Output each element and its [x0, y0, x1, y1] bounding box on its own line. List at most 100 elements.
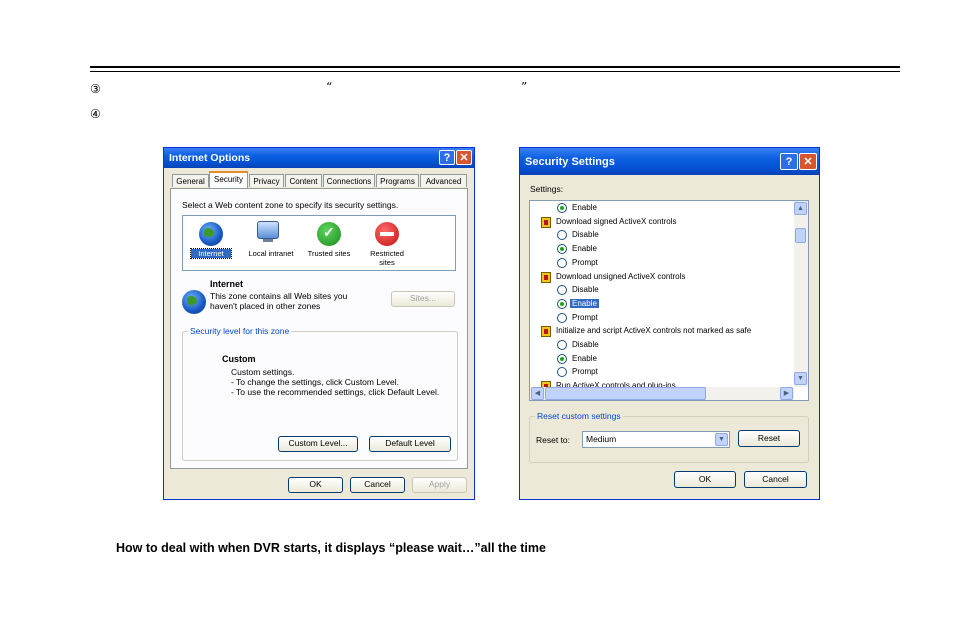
computer-icon[interactable] — [257, 221, 279, 239]
selected-zone-globe-icon — [182, 290, 206, 314]
reset-group-label: Reset custom settings — [535, 411, 623, 421]
setting-option-label[interactable]: Prompt — [572, 258, 598, 267]
zone-description-line-2: haven't placed in other zones — [210, 301, 321, 311]
computer-stand-icon — [263, 239, 273, 242]
setting-category-label: Download signed ActiveX controls — [556, 216, 677, 226]
step-4-number: ④ — [90, 107, 101, 121]
setting-radio-prompt[interactable] — [557, 312, 567, 323]
security-level-label: Security level for this zone — [188, 326, 292, 336]
tab-programs[interactable]: Programs — [376, 174, 419, 187]
tab-general[interactable]: General — [172, 174, 209, 187]
reset-group: Reset custom settings Reset to: Medium ▼… — [529, 411, 809, 463]
scroll-up-icon[interactable]: ▲ — [794, 202, 807, 215]
apply-button[interactable]: Apply — [412, 477, 467, 493]
security-settings-titlebar: Security Settings ? ✕ — [520, 148, 819, 175]
selected-zone-name: Internet — [210, 279, 244, 289]
check-glyph: ✓ — [323, 224, 335, 240]
reset-to-select[interactable]: Medium ▼ — [582, 431, 730, 448]
tab-advanced[interactable]: Advanced — [420, 174, 467, 187]
setting-option-label[interactable]: Disable — [572, 285, 599, 294]
horizontal-scrollbar[interactable]: ◀ ▶ — [530, 387, 794, 400]
setting-option-label[interactable]: Prompt — [572, 313, 598, 322]
setting-option-label[interactable]: Enable — [570, 298, 599, 308]
setting-category-label: Initialize and script ActiveX controls n… — [556, 326, 752, 336]
custom-level-button[interactable]: Custom Level... — [278, 436, 358, 452]
zone-local-intranet-label[interactable]: Local intranet — [243, 249, 299, 258]
setting-option-label[interactable]: Prompt — [572, 367, 598, 376]
vertical-scrollbar[interactable]: ▲ ▼ — [794, 201, 808, 387]
zone-internet-label[interactable]: Internet — [190, 248, 232, 259]
setting-radio-disable[interactable] — [557, 230, 567, 241]
horizontal-scroll-thumb[interactable] — [545, 387, 706, 400]
cancel-button[interactable]: Cancel — [350, 477, 405, 493]
activex-shield-icon — [541, 216, 551, 228]
setting-radio-disable[interactable] — [557, 340, 567, 350]
step-3-open-quote: “ — [326, 80, 333, 94]
settings-list[interactable]: Enable Download signed ActiveX controls Di… — [529, 200, 809, 401]
tab-connections[interactable]: Connections — [323, 174, 375, 187]
internet-options-titlebar: Internet Options ? ✕ — [164, 148, 474, 168]
ok-button[interactable]: OK — [288, 477, 343, 493]
security-settings-window: Security Settings ? ✕ Settings: Enable Do… — [519, 147, 820, 500]
level-desc-line-3: - To use the recommended settings, click… — [231, 387, 440, 397]
sites-button[interactable]: Sites... — [391, 291, 455, 307]
vertical-scroll-thumb[interactable] — [795, 228, 806, 243]
security-level-name: Custom — [222, 354, 256, 364]
help-icon[interactable]: ? — [439, 150, 455, 165]
top-rule-thin — [90, 71, 900, 72]
tab-content[interactable]: Content — [285, 174, 322, 187]
security-settings-title: Security Settings — [525, 156, 615, 168]
scroll-left-icon[interactable]: ◀ — [531, 387, 544, 400]
reset-button[interactable]: Reset — [738, 430, 800, 447]
security-tab-panel: Select a Web content zone to specify its… — [170, 188, 468, 469]
internet-options-title: Internet Options — [169, 152, 251, 164]
help-icon[interactable]: ? — [780, 153, 798, 170]
setting-option-label[interactable]: Enable — [572, 244, 597, 253]
setting-option-label[interactable]: Enable — [572, 203, 597, 212]
setting-option-label[interactable]: Disable — [572, 340, 599, 349]
setting-radio-enable[interactable] — [557, 203, 567, 213]
setting-category-label: Download unsigned ActiveX controls — [556, 271, 686, 281]
setting-radio-prompt[interactable] — [557, 367, 567, 378]
setting-radio-prompt[interactable] — [557, 257, 567, 268]
setting-radio-enable[interactable] — [557, 298, 567, 309]
step-3-close-quote: ” — [521, 80, 528, 94]
zone-trusted-sites-label[interactable]: Trusted sites — [303, 249, 355, 258]
cancel-button[interactable]: Cancel — [744, 471, 807, 488]
zone-description-line-1: This zone contains all Web sites you — [210, 291, 348, 301]
setting-option-label[interactable]: Enable — [572, 354, 597, 363]
zone-list[interactable]: Internet Local intranet ✓ Trusted sites … — [182, 215, 456, 271]
reset-to-value: Medium — [586, 434, 617, 444]
security-level-group: Security level for this zone Custom Cust… — [182, 326, 458, 461]
check-icon[interactable]: ✓ — [317, 222, 341, 246]
level-desc-line-1: Custom settings. — [231, 367, 295, 377]
internet-options-window: Internet Options ? ✕ General Security Pr… — [163, 147, 475, 500]
close-icon[interactable]: ✕ — [799, 153, 817, 170]
zone-instruction: Select a Web content zone to specify its… — [182, 200, 399, 210]
scroll-right-icon[interactable]: ▶ — [780, 387, 793, 400]
restricted-bar — [380, 232, 394, 236]
reset-to-label: Reset to: — [536, 435, 571, 445]
chevron-down-icon[interactable]: ▼ — [715, 433, 728, 446]
tab-security[interactable]: Security — [209, 171, 248, 188]
setting-radio-enable[interactable] — [557, 244, 567, 255]
globe-icon[interactable] — [199, 222, 223, 246]
top-rule-thick — [90, 66, 900, 68]
close-icon[interactable]: ✕ — [456, 150, 472, 165]
zone-restricted-sites-label[interactable]: Restricted sites — [363, 249, 411, 267]
tab-privacy[interactable]: Privacy — [249, 174, 284, 187]
setting-radio-enable[interactable] — [557, 353, 567, 364]
settings-list-viewport: Enable Download signed ActiveX controls Di… — [530, 201, 794, 387]
level-desc-line-2: - To change the settings, click Custom L… — [231, 377, 400, 387]
setting-radio-disable[interactable] — [557, 285, 567, 296]
scroll-down-icon[interactable]: ▼ — [794, 372, 807, 385]
settings-label: Settings: — [530, 184, 564, 194]
default-level-button[interactable]: Default Level — [369, 436, 451, 452]
activex-shield-icon — [541, 326, 551, 338]
activex-shield-icon — [541, 271, 551, 283]
setting-option-label[interactable]: Disable — [572, 230, 599, 239]
step-3-number: ③ — [90, 82, 101, 96]
section-heading: How to deal with when DVR starts, it dis… — [116, 541, 546, 555]
ok-button[interactable]: OK — [674, 471, 736, 488]
restricted-icon[interactable] — [375, 222, 399, 246]
